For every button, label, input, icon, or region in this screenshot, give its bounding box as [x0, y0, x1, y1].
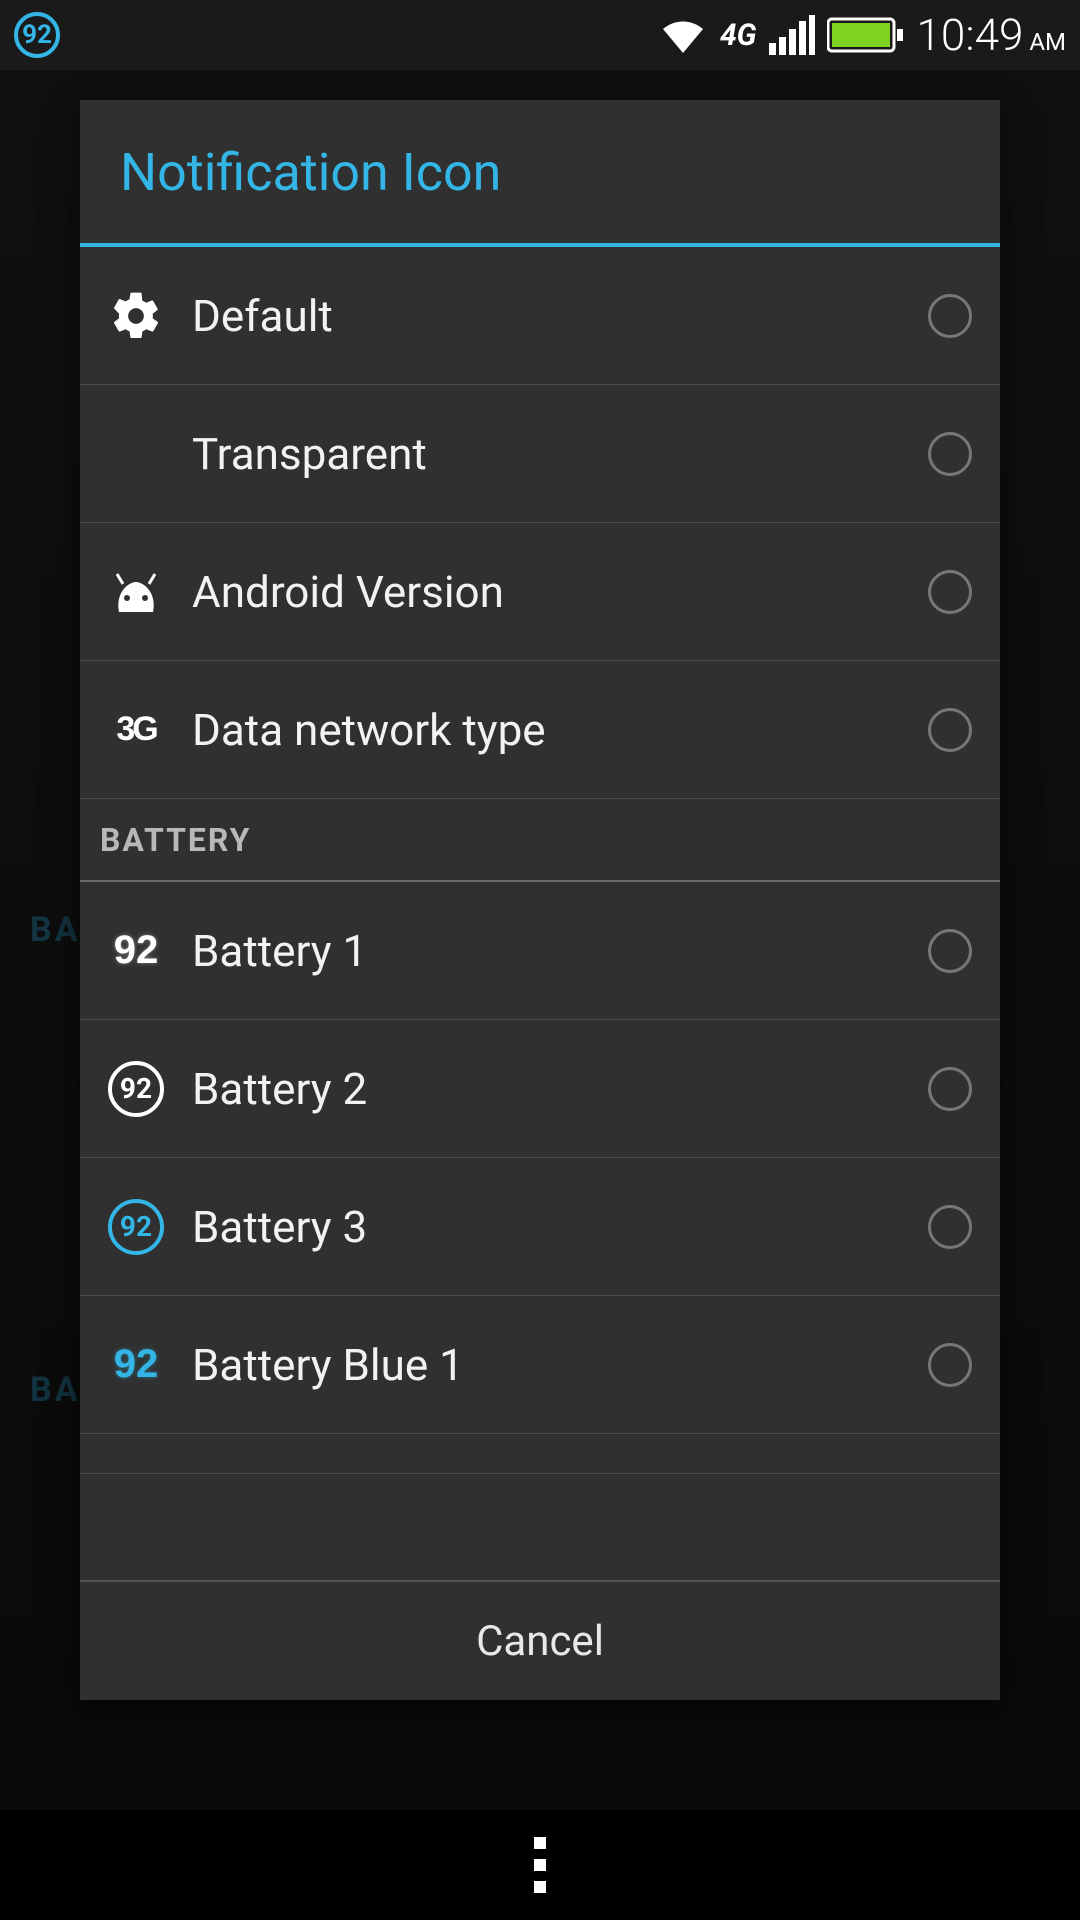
status-right: 4G 10:49 AM: [658, 9, 1066, 61]
android-icon: [100, 556, 172, 628]
option-battery-2[interactable]: 92 Battery 2: [80, 1020, 1000, 1158]
radio-icon[interactable]: [928, 1067, 972, 1111]
option-data-network-type[interactable]: 3G Data network type: [80, 661, 1000, 799]
option-label: Android Version: [192, 566, 928, 618]
radio-icon[interactable]: [928, 570, 972, 614]
option-label: Battery Blue 1: [192, 1339, 928, 1391]
battery-92-icon: 92: [100, 915, 172, 987]
status-bar: 92 4G 10:49 AM: [0, 0, 1080, 70]
option-label: Battery 3: [192, 1201, 928, 1253]
radio-icon[interactable]: [928, 432, 972, 476]
battery-92-circle-icon: 92: [100, 1053, 172, 1125]
radio-icon[interactable]: [928, 929, 972, 973]
transparent-icon: [100, 418, 172, 490]
status-battery-icon: 92: [14, 12, 60, 58]
option-battery-blue-1[interactable]: 92 Battery Blue 1: [80, 1296, 1000, 1434]
option-label: Battery 2: [192, 1063, 928, 1115]
option-label: Transparent: [192, 428, 928, 480]
radio-icon[interactable]: [928, 1205, 972, 1249]
signal-icon: [769, 15, 815, 55]
menu-overflow-icon[interactable]: [534, 1837, 546, 1893]
option-battery-1[interactable]: 92 Battery 1: [80, 882, 1000, 1020]
option-default[interactable]: Default: [80, 247, 1000, 385]
radio-icon[interactable]: [928, 294, 972, 338]
status-left: 92: [14, 12, 60, 58]
dialog-notification-icon: Notification Icon Default Transparent: [80, 100, 1000, 1700]
dialog-list[interactable]: Default Transparent Android Version: [80, 247, 1000, 1580]
option-transparent[interactable]: Transparent: [80, 385, 1000, 523]
cancel-button[interactable]: Cancel: [80, 1580, 1000, 1700]
three-g-icon: 3G: [100, 694, 172, 766]
battery-92-blue-icon: 92: [100, 1329, 172, 1401]
nav-bar: [0, 1810, 1080, 1920]
option-label: Default: [192, 290, 928, 342]
battery-icon: [827, 15, 905, 55]
status-time: 10:49 AM: [917, 9, 1066, 61]
dialog-title: Notification Icon: [80, 100, 1000, 247]
network-4g-icon: 4G: [720, 18, 757, 53]
gear-icon: [100, 280, 172, 352]
option-battery-3[interactable]: 92 Battery 3: [80, 1158, 1000, 1296]
option-label: Data network type: [192, 704, 928, 756]
option-android-version[interactable]: Android Version: [80, 523, 1000, 661]
option-label: Battery 1: [192, 925, 928, 977]
wifi-icon: [658, 15, 708, 55]
battery-92-circle-blue-icon: 92: [100, 1191, 172, 1263]
radio-icon[interactable]: [928, 708, 972, 752]
section-header-battery: BATTERY: [80, 798, 1000, 882]
radio-icon[interactable]: [928, 1343, 972, 1387]
